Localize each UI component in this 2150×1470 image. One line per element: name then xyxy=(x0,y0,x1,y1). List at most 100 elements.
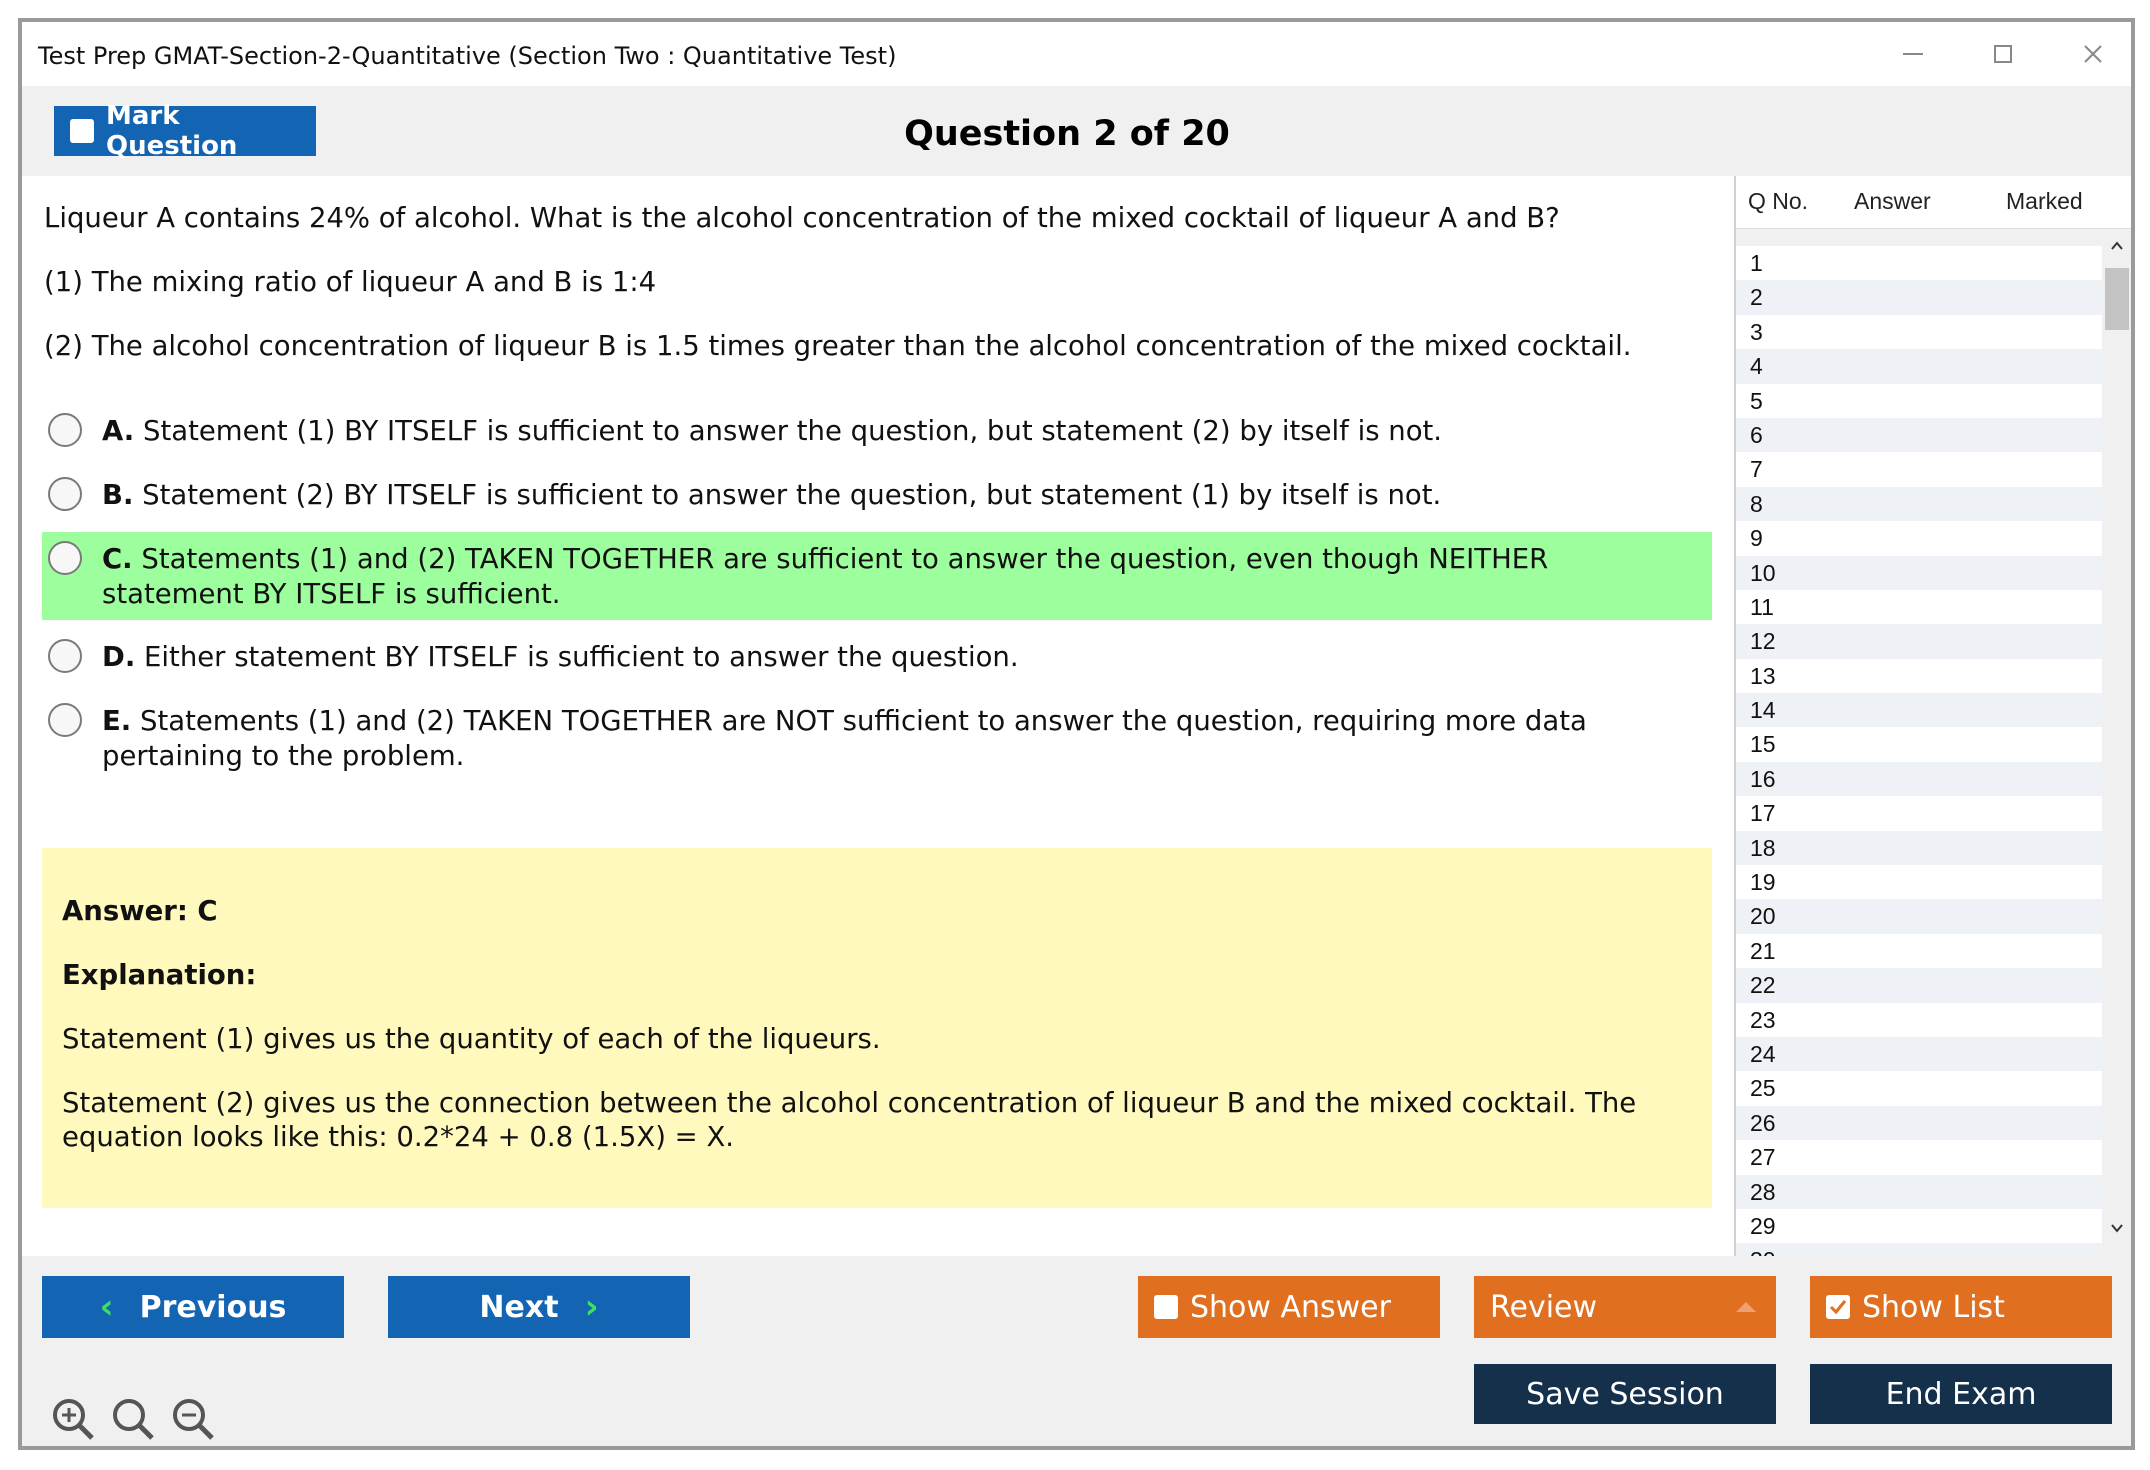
option-e[interactable]: E. Statements (1) and (2) TAKEN TOGETHER… xyxy=(42,694,1712,784)
zoom-in-icon[interactable] xyxy=(50,1396,96,1442)
question-list-row[interactable]: 24 xyxy=(1736,1036,2102,1072)
scroll-up-arrow-icon[interactable] xyxy=(2102,232,2131,260)
checked-checkbox-icon xyxy=(1826,1295,1850,1319)
question-list-row[interactable]: 2 xyxy=(1736,280,2102,315)
question-list-row[interactable]: 29 xyxy=(1736,1208,2102,1244)
question-list-row[interactable]: 20 xyxy=(1736,899,2102,934)
question-stem: Liqueur A contains 24% of alcohol. What … xyxy=(44,202,1560,234)
option-letter: D. xyxy=(102,641,136,673)
zoom-controls xyxy=(50,1396,216,1442)
question-list-row[interactable]: 22 xyxy=(1736,968,2102,1003)
question-toolbar: Mark Question Question 2 of 20 xyxy=(22,86,2131,176)
statement-1: (1) The mixing ratio of liqueur A and B … xyxy=(44,266,657,298)
scrollbar-thumb[interactable] xyxy=(2105,268,2129,330)
chevron-right-icon: › xyxy=(584,1287,599,1327)
question-list-row[interactable]: 8 xyxy=(1736,486,2102,522)
question-list-row[interactable]: 15 xyxy=(1736,727,2102,762)
option-letter: C. xyxy=(102,543,133,575)
column-header-answer[interactable]: Answer xyxy=(1854,188,1931,215)
question-list-row[interactable]: 5 xyxy=(1736,383,2102,418)
end-exam-button[interactable]: End Exam xyxy=(1810,1364,2112,1424)
show-list-label: Show List xyxy=(1862,1289,2005,1325)
question-list-panel: Q No. Answer Marked 1 2 3 4 5 6 7 8 9 10 11 12 13 14 1… xyxy=(1734,176,2131,1278)
close-icon xyxy=(2084,45,2102,63)
question-list-row[interactable]: 26 xyxy=(1736,1105,2102,1141)
show-list-button[interactable]: Show List xyxy=(1810,1276,2112,1338)
close-button[interactable] xyxy=(2068,36,2118,72)
question-list-row[interactable]: 13 xyxy=(1736,658,2102,694)
question-list-row[interactable]: 1 xyxy=(1736,246,2102,281)
review-label: Review xyxy=(1490,1289,1598,1325)
zoom-out-icon[interactable] xyxy=(170,1396,216,1442)
answer-panel: Answer: C Explanation: Statement (1) giv… xyxy=(42,848,1712,1208)
save-session-button[interactable]: Save Session xyxy=(1474,1364,1776,1424)
app-window: Test Prep GMAT-Section-2-Quantitative (S… xyxy=(18,18,2135,1450)
review-dropdown-button[interactable]: Review xyxy=(1474,1276,1776,1338)
option-text: Statement (2) BY ITSELF is sufficient to… xyxy=(142,479,1442,511)
column-header-qno[interactable]: Q No. xyxy=(1748,188,1808,215)
question-list-row[interactable]: 4 xyxy=(1736,349,2102,384)
option-b[interactable]: B. Statement (2) BY ITSELF is sufficient… xyxy=(42,468,1712,523)
option-letter: B. xyxy=(102,479,134,511)
option-c[interactable]: C. Statements (1) and (2) TAKEN TOGETHER… xyxy=(42,532,1712,620)
question-list-row[interactable]: 9 xyxy=(1736,521,2102,556)
previous-button[interactable]: ‹ Previous xyxy=(42,1276,344,1338)
question-list-row[interactable]: 21 xyxy=(1736,933,2102,969)
question-list-row[interactable]: 14 xyxy=(1736,693,2102,728)
radio-button-c[interactable] xyxy=(48,541,82,575)
question-list-header: Q No. Answer Marked xyxy=(1736,176,2131,229)
explanation-paragraph-1: Statement (1) gives us the quantity of e… xyxy=(62,1023,881,1055)
question-list-row[interactable]: 25 xyxy=(1736,1071,2102,1106)
option-d[interactable]: D. Either statement BY ITSELF is suffici… xyxy=(42,630,1712,685)
option-text: Statement (1) BY ITSELF is sufficient to… xyxy=(143,415,1443,447)
question-list-row[interactable]: 11 xyxy=(1736,589,2102,625)
question-list-row[interactable]: 10 xyxy=(1736,555,2102,590)
question-list-row[interactable]: 18 xyxy=(1736,830,2102,866)
radio-button-d[interactable] xyxy=(48,639,82,673)
question-list-row[interactable]: 19 xyxy=(1736,865,2102,900)
radio-button-b[interactable] xyxy=(48,477,82,511)
question-list-scrollbar[interactable] xyxy=(2102,232,2131,1242)
maximize-button[interactable] xyxy=(1978,36,2028,72)
question-list-row[interactable]: 12 xyxy=(1736,624,2102,659)
minimize-icon xyxy=(1903,53,1923,55)
radio-button-e[interactable] xyxy=(48,703,82,737)
question-list-rows: 1 2 3 4 5 6 7 8 9 10 11 12 13 14 15 16 17 18 19 20 21 22 23 24 2… xyxy=(1736,246,2102,1278)
radio-button-a[interactable] xyxy=(48,413,82,447)
zoom-reset-icon[interactable] xyxy=(110,1396,156,1442)
column-header-marked[interactable]: Marked xyxy=(2006,188,2083,215)
option-text: Statements (1) and (2) TAKEN TOGETHER ar… xyxy=(102,705,1587,772)
window-title: Test Prep GMAT-Section-2-Quantitative (S… xyxy=(38,42,897,70)
option-a[interactable]: A. Statement (1) BY ITSELF is sufficient… xyxy=(42,404,1712,459)
show-answer-label: Show Answer xyxy=(1190,1289,1391,1325)
next-label: Next xyxy=(479,1289,559,1325)
option-text: Statements (1) and (2) TAKEN TOGETHER ar… xyxy=(102,543,1549,610)
checkbox-icon xyxy=(1154,1295,1178,1319)
previous-label: Previous xyxy=(139,1289,287,1325)
question-list-row[interactable]: 3 xyxy=(1736,314,2102,350)
question-list-row[interactable]: 17 xyxy=(1736,796,2102,831)
question-list-row[interactable]: 7 xyxy=(1736,452,2102,487)
title-bar: Test Prep GMAT-Section-2-Quantitative (S… xyxy=(22,22,2131,86)
caret-up-icon xyxy=(1736,1302,1756,1312)
explanation-heading: Explanation: xyxy=(62,959,257,991)
explanation-paragraph-2: Statement (2) gives us the connection be… xyxy=(62,1087,1637,1153)
question-list-row[interactable]: 27 xyxy=(1736,1140,2102,1175)
next-button[interactable]: Next › xyxy=(388,1276,690,1338)
question-list-row[interactable]: 28 xyxy=(1736,1174,2102,1209)
statement-2: (2) The alcohol concentration of liqueur… xyxy=(44,330,1632,362)
question-counter: Question 2 of 20 xyxy=(904,114,1230,154)
question-list-row[interactable]: 6 xyxy=(1736,417,2102,453)
scroll-down-arrow-icon[interactable] xyxy=(2102,1214,2131,1242)
bottom-toolbar: ‹ Previous Next › Show Answer Review Sho… xyxy=(22,1256,2131,1446)
chevron-left-icon: ‹ xyxy=(99,1287,114,1327)
option-letter: E. xyxy=(102,705,132,737)
question-pane: Liqueur A contains 24% of alcohol. What … xyxy=(22,176,1734,1256)
show-answer-button[interactable]: Show Answer xyxy=(1138,1276,1440,1338)
maximize-icon xyxy=(1994,45,2012,63)
option-text: Either statement BY ITSELF is sufficient… xyxy=(144,641,1019,673)
question-list-row[interactable]: 16 xyxy=(1736,761,2102,797)
minimize-button[interactable] xyxy=(1888,36,1938,72)
question-list-row[interactable]: 23 xyxy=(1736,1002,2102,1037)
answer-line: Answer: C xyxy=(62,895,218,927)
